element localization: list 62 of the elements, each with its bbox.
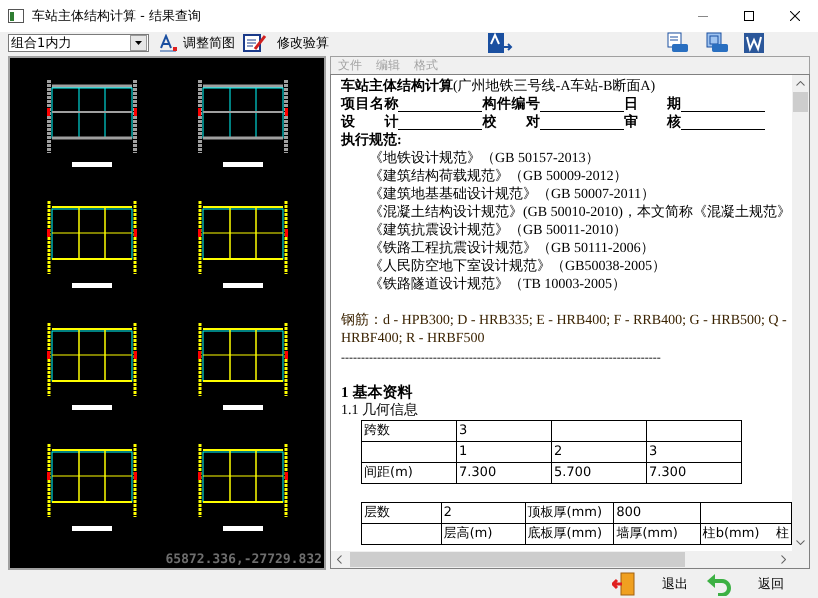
table-cell: 3 [456, 420, 552, 442]
standard-item: 《混凝土结构设计规范》(GB 50010-2010)，本文简称《混凝土规范》 [368, 204, 792, 222]
table-cell: 2 [441, 502, 526, 524]
section-heading: 1 基本资料 [341, 384, 414, 402]
standard-item: 《建筑抗震设计规范》（GB 50011-2010） [368, 222, 628, 240]
subsection-heading: 1.1 几何信息 [341, 402, 419, 420]
form-label: 审核 [624, 114, 682, 132]
app-icon [8, 9, 24, 23]
dashed-separator: -------------------------------------------------------------------------------- [341, 349, 662, 366]
report-title: 车站主体结构计算(广州地铁三号线-A车站-B断面A) [341, 78, 656, 96]
table-cell: 1 [456, 442, 552, 462]
table-cell: 5.700 [552, 462, 646, 484]
scroll-thumb[interactable] [350, 552, 685, 567]
scroll-left-icon [337, 555, 342, 564]
table-cell: 层高(m) [441, 524, 526, 544]
maximize-icon [744, 11, 754, 21]
exit-button[interactable]: 退出 [612, 571, 688, 597]
standard-item: 《人民防空地下室设计规范》（GB50038-2005） [368, 258, 668, 276]
form-label: 设计 [341, 114, 398, 132]
form-label: 日期 [624, 96, 682, 114]
scroll-down-icon [796, 540, 805, 545]
table-cell: 顶板厚(mm) [525, 502, 614, 524]
standard-item: 《铁路工程抗震设计规范》（GB 50111-2006） [368, 240, 656, 258]
table-cell: 2 [552, 442, 646, 462]
standard-item: 《建筑结构荷载规范》（GB 50009-2012） [368, 168, 629, 186]
form-label: 项目名称 [341, 96, 398, 114]
text-export-icon[interactable] [487, 32, 513, 54]
rebar-legend: 钢筋：d - HPB300; D - HRB335; E - HRB400; F - RRB400; G - HRB500; Q - HRBF400; R - HRBF500 [341, 312, 792, 348]
standard-item: 《地铁设计规范》（GB 50157-2013） [368, 150, 601, 168]
table-cell: 3 [646, 442, 742, 462]
form-label: 校对 [482, 114, 540, 132]
notepad-pencil-icon [243, 33, 267, 53]
door-exit-icon [612, 572, 636, 596]
cursor-coordinates: 65872.336,-27729.832 [165, 552, 322, 567]
letter-pen-icon [159, 34, 179, 52]
print-diagram-icon[interactable] [705, 32, 729, 54]
dropdown-arrow-icon [135, 41, 142, 45]
standard-item: 《铁路隧道设计规范》（TB 10003-2005） [368, 276, 628, 294]
table-cell: 层数 [362, 502, 442, 524]
form-label: 构件编号 [482, 96, 540, 114]
scroll-up-icon [796, 81, 805, 86]
table-cell: 柱b(mm) 柱 [700, 524, 792, 544]
back-button[interactable]: 返回 [706, 571, 784, 597]
table-cell: 跨数 [362, 420, 456, 442]
combination-dropdown[interactable]: 组合1内力 [8, 34, 149, 52]
word-document-icon[interactable] [743, 32, 765, 54]
print-document-icon[interactable] [665, 32, 689, 54]
table-cell: 7.300 [456, 462, 552, 484]
table-cell: 墙厚(mm) [614, 524, 700, 544]
standards-heading: 执行规范: [341, 132, 403, 150]
standard-item: 《建筑地基基础设计规范》（GB 50007-2011） [368, 186, 656, 204]
table-cell: 间距(m) [362, 462, 456, 484]
window-title: 车站主体结构计算 - 结果查询 [32, 8, 202, 25]
scroll-thumb[interactable] [793, 92, 808, 112]
table-cell: 底板厚(mm) [525, 524, 614, 544]
return-arrow-icon [706, 572, 732, 596]
table-cell: 7.300 [646, 462, 742, 484]
scroll-right-icon [781, 555, 786, 564]
adjust-diagram-button[interactable]: 调整简图 [155, 32, 239, 54]
close-icon [790, 11, 800, 21]
edit-check-button[interactable]: 修改验算 [239, 32, 333, 54]
table-cell: 800 [614, 502, 700, 524]
